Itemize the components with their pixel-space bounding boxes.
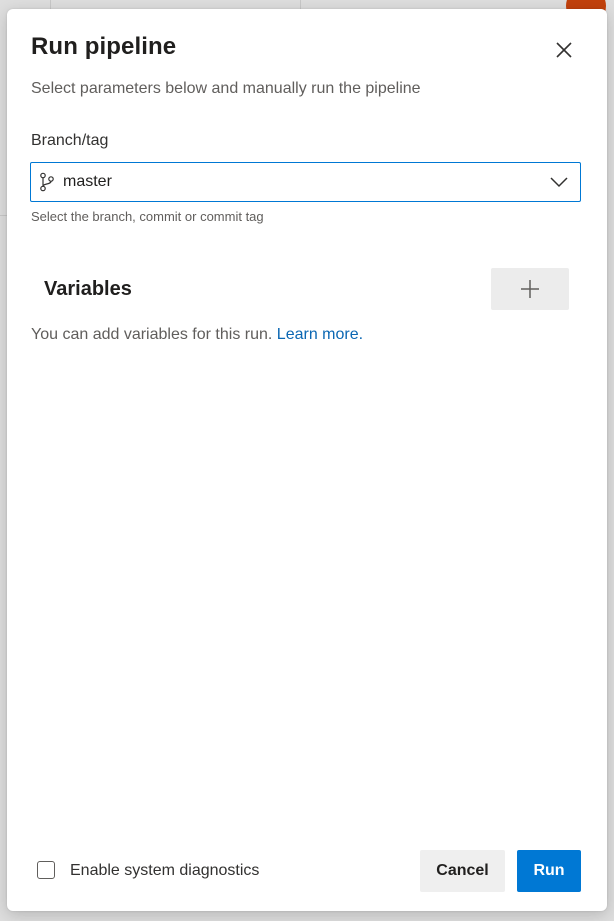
branch-dropdown-value: master bbox=[63, 173, 112, 190]
enable-diagnostics-label[interactable]: Enable system diagnostics bbox=[70, 862, 259, 880]
variables-info-text: You can add variables for this run. bbox=[31, 326, 273, 343]
branch-field-label: Branch/tag bbox=[31, 132, 109, 149]
dialog-title: Run pipeline bbox=[31, 33, 177, 60]
branch-helper-text: Select the branch, commit or commit tag bbox=[31, 209, 264, 224]
cancel-button[interactable]: Cancel bbox=[420, 850, 505, 892]
variables-heading: Variables bbox=[44, 278, 132, 300]
enable-diagnostics-checkbox[interactable] bbox=[37, 861, 55, 879]
git-branch-icon bbox=[40, 172, 54, 192]
run-pipeline-dialog: Run pipeline Select parameters below and… bbox=[7, 9, 607, 911]
close-icon bbox=[556, 42, 572, 58]
run-button[interactable]: Run bbox=[517, 850, 581, 892]
add-variable-button[interactable] bbox=[491, 268, 569, 310]
dialog-subtitle: Select parameters below and manually run… bbox=[31, 80, 421, 97]
plus-icon bbox=[521, 280, 539, 298]
close-button[interactable] bbox=[550, 36, 578, 64]
variables-info: You can add variables for this run. Lear… bbox=[31, 326, 363, 344]
learn-more-link[interactable]: Learn more. bbox=[277, 326, 363, 343]
chevron-down-icon bbox=[550, 177, 568, 188]
branch-dropdown[interactable]: master bbox=[30, 162, 581, 202]
